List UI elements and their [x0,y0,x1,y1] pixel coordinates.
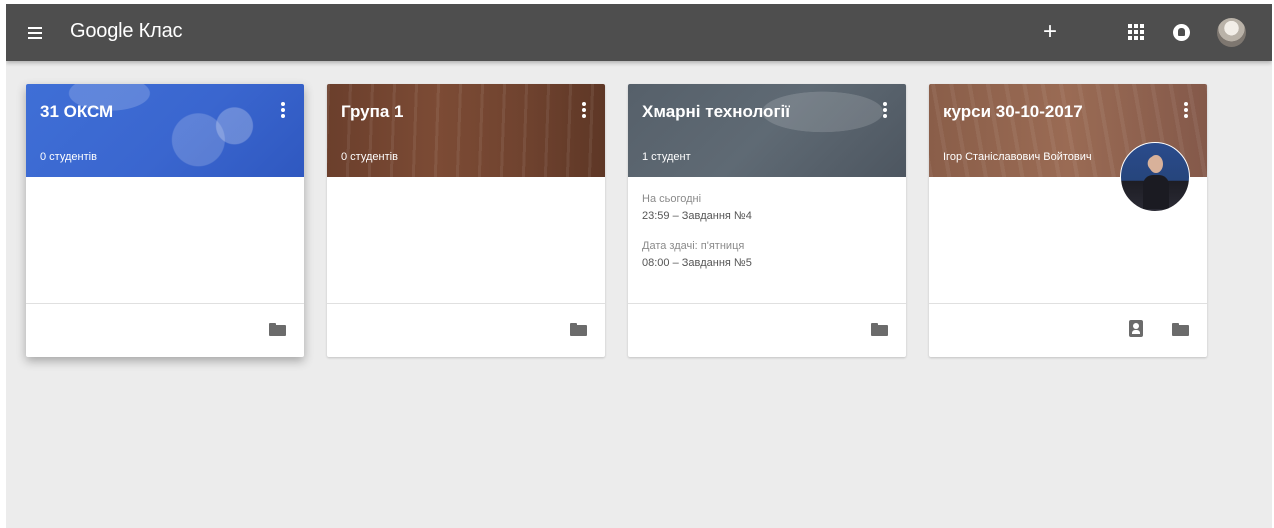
gradebook-icon[interactable] [1129,320,1143,337]
class-card-header[interactable]: 31 ОКСМ 0 студентів [26,84,304,177]
class-title[interactable]: Хмарні технології [642,102,790,122]
class-card-body [26,177,304,304]
class-title[interactable]: 31 ОКСМ [40,102,113,122]
class-card-footer [929,304,1207,357]
class-card-body [327,177,605,304]
class-card[interactable]: Хмарні технології 1 студент На сьогодні … [628,84,906,357]
folder-icon[interactable] [871,323,888,336]
add-class-button[interactable]: + [1036,18,1064,46]
due-assignment-link[interactable]: 23:59 – Завдання №4 [642,208,752,225]
class-card-header[interactable]: Хмарні технології 1 студент [628,84,906,177]
class-subtitle: 0 студентів [341,151,398,163]
class-card[interactable]: Група 1 0 студентів [327,84,605,357]
class-card-footer [327,304,605,357]
account-avatar[interactable] [1217,18,1246,47]
top-app-bar: Google Клас + [6,4,1272,61]
more-options-icon[interactable] [280,102,286,118]
due-label: Дата здачі: п'ятниця [642,240,745,252]
folder-icon[interactable] [570,323,587,336]
more-options-icon[interactable] [581,102,587,118]
class-card[interactable]: 31 ОКСМ 0 студентів [26,84,304,357]
teacher-avatar [1120,142,1190,212]
more-options-icon[interactable] [1183,102,1189,118]
class-card-footer [628,304,906,357]
due-list: На сьогодні 23:59 – Завдання №4 Дата зда… [642,191,752,272]
class-card-body: На сьогодні 23:59 – Завдання №4 Дата зда… [628,177,906,304]
class-title[interactable]: Група 1 [341,102,404,122]
class-card-footer [26,304,304,357]
due-label: На сьогодні [642,193,702,205]
class-card[interactable]: курси 30-10-2017 Ігор Станіславович Войт… [929,84,1207,357]
class-card-header[interactable]: Група 1 0 студентів [327,84,605,177]
top-actions: + [6,4,1272,61]
folder-icon[interactable] [1172,323,1189,336]
more-options-icon[interactable] [882,102,888,118]
folder-icon[interactable] [269,323,286,336]
notifications-icon[interactable] [1173,24,1190,41]
page: Google Клас + 31 ОКСМ 0 студентів Група … [6,4,1272,528]
class-title[interactable]: курси 30-10-2017 [943,102,1083,122]
teacher-name: Ігор Станіславович Войтович [943,151,1092,163]
class-subtitle: 1 студент [642,151,691,163]
apps-grid-icon[interactable] [1128,24,1144,40]
class-subtitle: 0 студентів [40,151,97,163]
due-assignment-link[interactable]: 08:00 – Завдання №5 [642,255,752,272]
